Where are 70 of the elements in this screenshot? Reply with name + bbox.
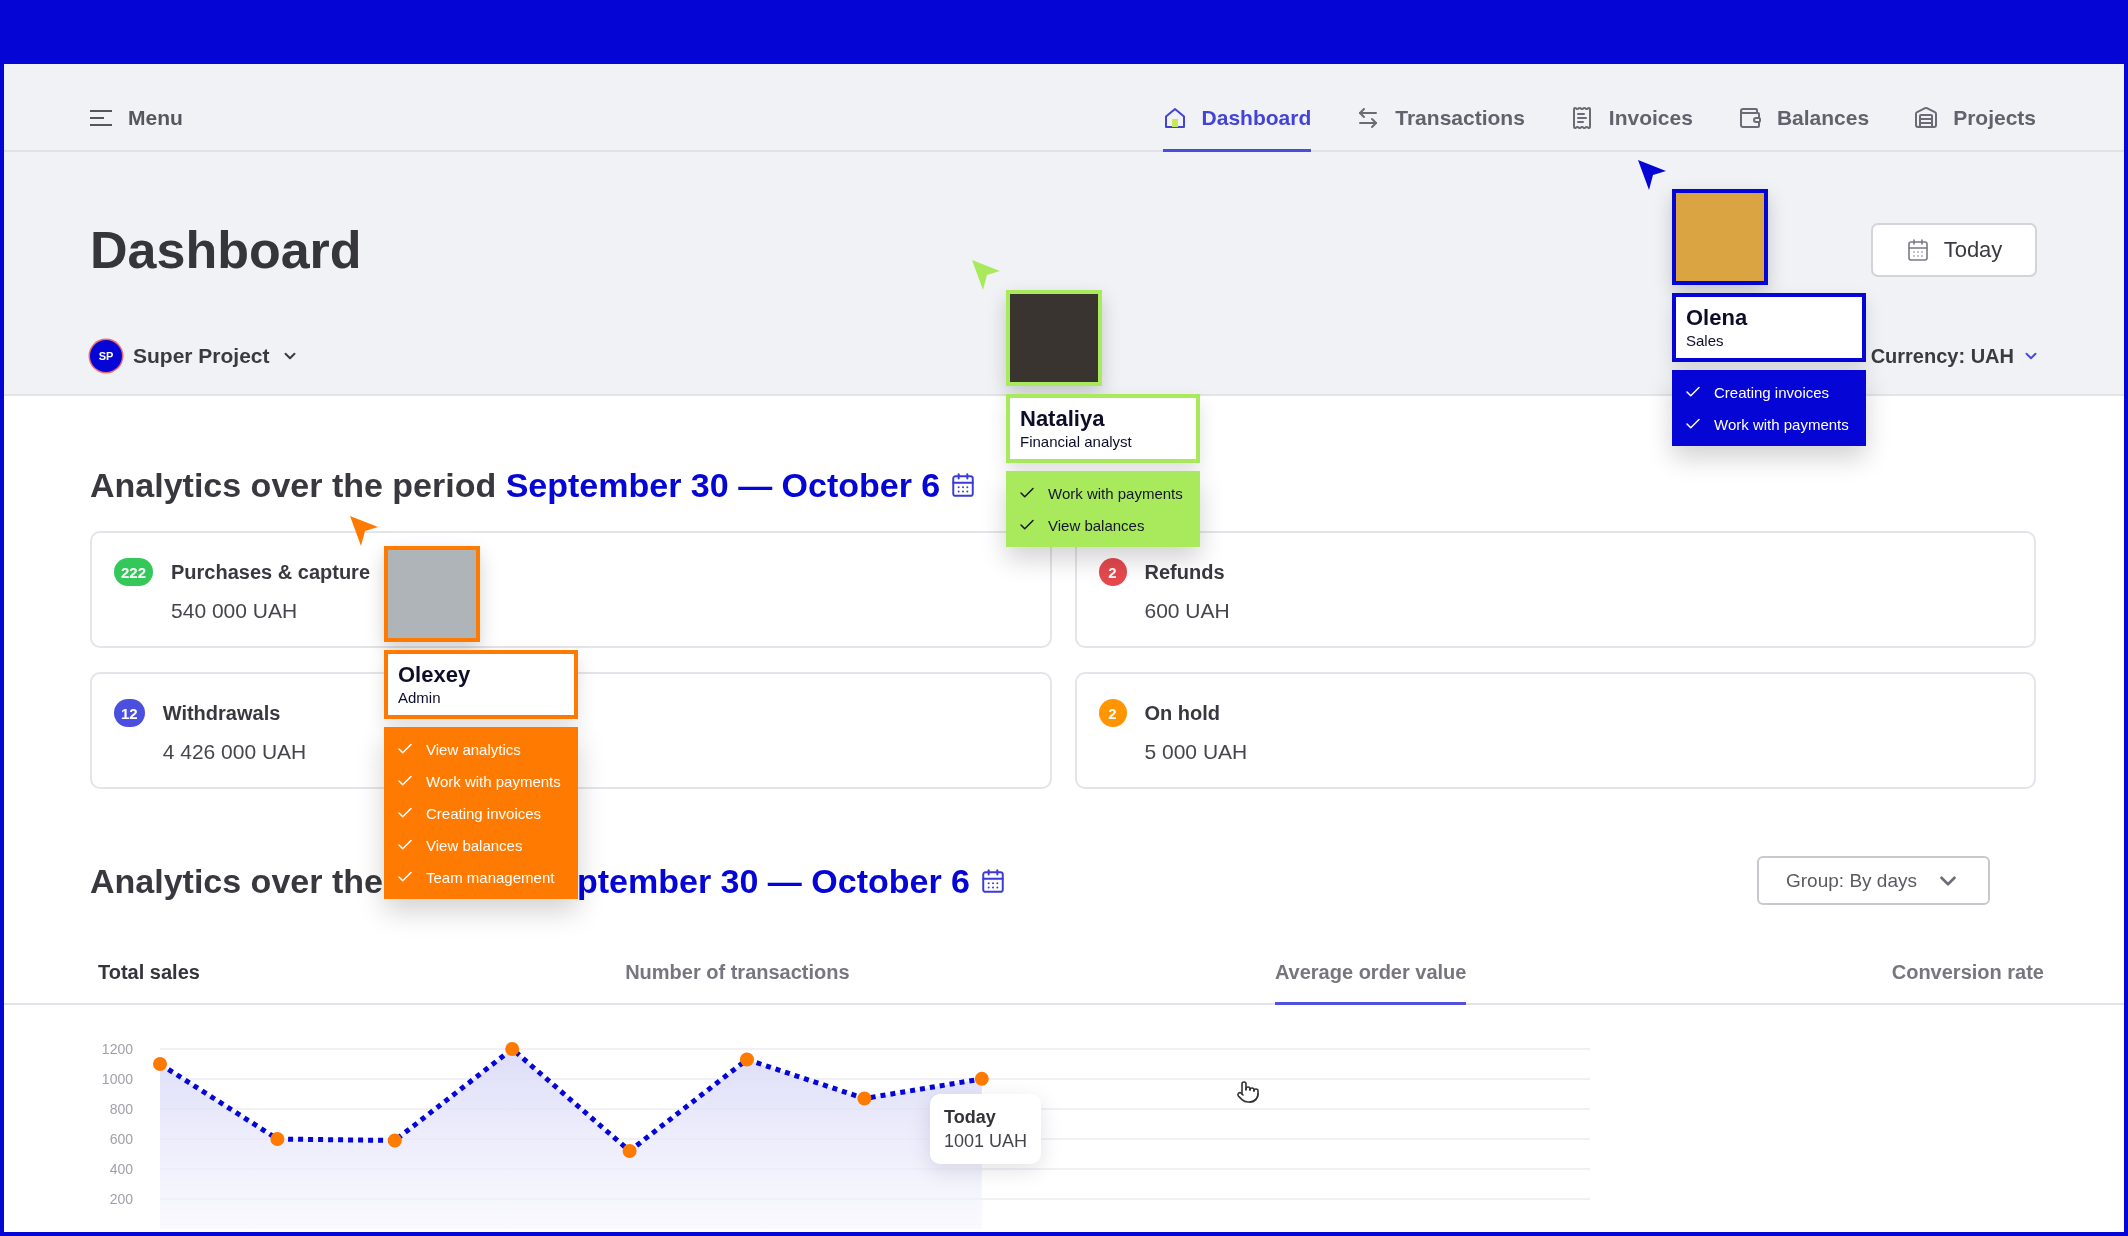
calendar-icon[interactable] [950,472,977,498]
menu-icon [90,110,112,126]
project-selector[interactable]: SP Super Project [90,340,299,372]
chart-point [740,1052,754,1067]
axis-tick-label: 800 [109,1101,133,1117]
axis-tick-label: 400 [109,1161,133,1177]
chart-point [505,1042,520,1056]
stat-value: 600 UAH [1144,599,1230,623]
tooltip-title: Today [944,1106,997,1129]
chart-tab[interactable]: Conversion rate [1891,960,2044,1005]
stat-label: On hold [1144,701,1221,725]
period-link[interactable]: September 30 — October 6 [505,466,941,504]
permission-label: Work with payments [426,772,561,790]
stat-label: Refunds [1144,560,1225,584]
chart-point [857,1091,872,1106]
currency-selector[interactable]: Currency: UAH [1870,344,2040,368]
axis-tick-label: 200 [109,1191,133,1207]
chart-tab[interactable]: Average order value [1274,960,1467,1005]
nav-tab[interactable]: Balances [1737,64,1870,152]
chart-point [974,1071,989,1086]
stat-label: Purchases & capture [171,560,370,584]
count-badge: 222 [114,558,154,586]
permission-label: Team management [426,868,555,886]
page-title: Dashboard [90,222,362,278]
nav-tab[interactable]: Invoices [1569,64,1693,152]
collaborator-name: Olena [1686,304,1749,331]
axis-tick-label: 1000 [101,1071,133,1087]
calendar-icon [1905,238,1930,262]
permission-label: Creating invoices [426,804,542,822]
menu-button[interactable]: Menu [90,64,183,150]
permission-label: Work with payments [1048,484,1183,502]
permission-label: Work with payments [1714,415,1849,433]
section-title: Analytics over the [90,860,383,902]
collaborator-role: Financial analyst [1020,432,1133,452]
chart-tab[interactable]: Number of transactions [625,960,850,1005]
axis-tick-label: 600 [109,1131,133,1147]
permission-label: View analytics [426,740,521,758]
stat-value: 5 000 UAH [1144,740,1248,764]
collaborator-name: Olexey [398,661,472,688]
project-avatar: SP [90,340,122,372]
chart-point [270,1132,285,1146]
permission-label: View balances [426,836,523,854]
hand-pointer-icon [1236,1080,1260,1104]
warehouse-icon [1914,105,1939,130]
count-badge: 2 [1098,699,1127,727]
stat-value: 4 426 000 UAH [162,740,307,764]
wallet-icon [1737,105,1762,130]
collaborator-role: Admin [398,688,442,708]
count-badge: 12 [114,699,145,727]
permission-label: Creating invoices [1714,383,1830,401]
stat-value: 540 000 UAH [171,599,298,623]
count-badge: 2 [1098,558,1127,586]
nav-tab[interactable]: Transactions [1356,64,1525,152]
axis-tick-label: 1200 [101,1041,133,1057]
chart-point [622,1144,637,1158]
collaborator-name: Nataliya [1020,405,1106,432]
house-icon [1162,105,1187,130]
group-select[interactable]: Group: By days [1757,856,1990,905]
today-button[interactable]: Today [1871,223,2037,277]
calendar-icon[interactable] [980,867,1006,894]
chart-point [387,1133,402,1148]
chart-point [153,1057,167,1071]
period-link[interactable]: ptember 30 — October 6 [577,858,970,903]
permission-label: View balances [1048,516,1145,534]
nav-tab[interactable]: Projects [1914,64,2036,152]
collaborator-role: Sales [1686,331,1725,351]
chart-tab[interactable]: Total sales [98,960,200,1005]
section-title: Analytics over the period September 30 — October 6 [90,465,941,506]
stat-label: Withdrawals [162,701,281,725]
tooltip-value: 1001 UAH [944,1130,1028,1153]
